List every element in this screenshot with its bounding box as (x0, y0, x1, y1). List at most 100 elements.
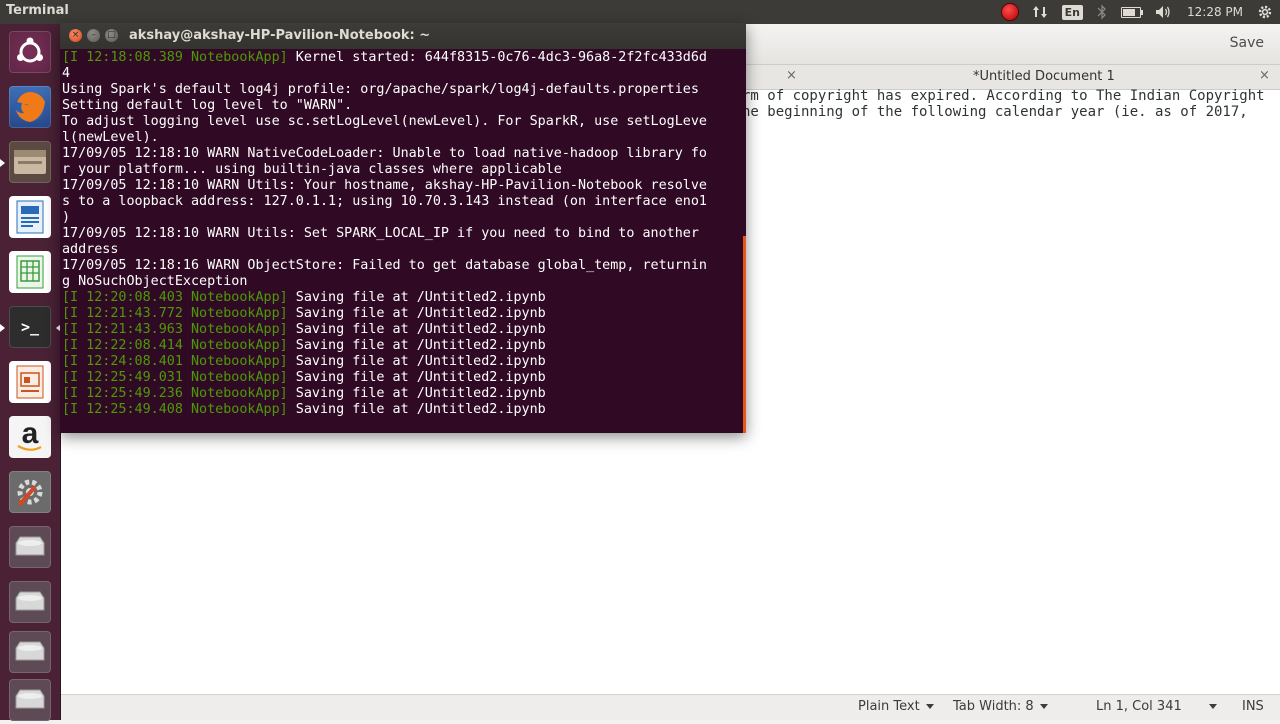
editor-line: rm of copyright has expired. According t… (742, 88, 1265, 104)
log-prefix: [I 12:24:08.401 NotebookApp] (62, 354, 288, 369)
terminal-output[interactable]: [I 12:18:08.389 NotebookApp] Kernel star… (62, 50, 742, 418)
chevron-down-icon (925, 704, 934, 709)
bluetooth-icon[interactable] (1097, 4, 1107, 20)
log-text: Saving file at /Untitled2.ipynb (287, 386, 546, 401)
minimize-icon[interactable]: – (87, 29, 100, 42)
log-text: Saving file at /Untitled2.ipynb (287, 370, 546, 385)
log-text: 17/09/05 12:18:10 WARN NativeCodeLoader:… (62, 146, 707, 161)
log-text: 17/09/05 12:18:10 WARN Utils: Your hostn… (62, 178, 707, 193)
log-text: 4 (62, 66, 71, 81)
log-prefix: [I 12:18:08.389 NotebookApp] (62, 50, 288, 65)
drive-icon[interactable] (6, 523, 54, 571)
terminal-line: s to a loopback address: 127.0.1.1; usin… (62, 194, 742, 210)
terminal-scrollbar[interactable] (743, 236, 746, 433)
save-button[interactable]: Save (1224, 32, 1270, 54)
firefox-icon[interactable] (6, 83, 54, 131)
terminal-line: 17/09/05 12:18:10 WARN Utils: Set SPARK_… (62, 226, 742, 242)
drive-icon[interactable] (6, 628, 54, 676)
battery-icon[interactable] (1121, 6, 1143, 18)
system-tray: En 12:28 PM (995, 0, 1280, 24)
terminal-line: ) (62, 210, 742, 226)
terminal-line: [I 12:24:08.401 NotebookApp] Saving file… (62, 354, 742, 370)
editor-status-bar: Plain Text Tab Width: 8 Ln 1, Col 341 IN… (61, 694, 1280, 720)
chevron-down-icon (1209, 704, 1217, 709)
log-prefix: [I 12:21:43.963 NotebookApp] (62, 322, 288, 337)
libreoffice-writer-icon[interactable] (6, 193, 54, 241)
terminal-line: r your platform... using builtin-java cl… (62, 162, 742, 178)
top-panel: Terminal En 12:28 PM (0, 0, 1280, 24)
network-arrows-icon[interactable] (1032, 4, 1048, 20)
terminal-line: [I 12:25:49.236 NotebookApp] Saving file… (62, 386, 742, 402)
keyboard-language-indicator[interactable]: En (1061, 4, 1083, 20)
terminal-line: address (62, 242, 742, 258)
terminal-line: g NoSuchObjectException (62, 274, 742, 290)
system-settings-icon[interactable] (6, 468, 54, 516)
terminal-line: 17/09/05 12:18:16 WARN ObjectStore: Fail… (62, 258, 742, 274)
log-text: s to a loopback address: 127.0.1.1; usin… (62, 194, 707, 209)
libreoffice-calc-icon[interactable] (6, 248, 54, 296)
language-selector[interactable]: Plain Text (858, 699, 934, 714)
log-text: 17/09/05 12:18:10 WARN Utils: Set SPARK_… (62, 226, 699, 241)
log-text: Saving file at /Untitled2.ipynb (287, 306, 546, 321)
insert-mode-indicator: INS (1242, 699, 1264, 714)
terminal-line: 17/09/05 12:18:10 WARN NativeCodeLoader:… (62, 146, 742, 162)
log-prefix: [I 12:20:08.403 NotebookApp] (62, 290, 288, 305)
log-text: Saving file at /Untitled2.ipynb (287, 402, 546, 417)
log-text: Saving file at /Untitled2.ipynb (287, 354, 546, 369)
libreoffice-impress-icon[interactable] (6, 358, 54, 406)
app-title: Terminal (6, 3, 69, 18)
log-text: 17/09/05 12:18:16 WARN ObjectStore: Fail… (62, 258, 707, 273)
terminal-line: [I 12:20:08.403 NotebookApp] Saving file… (62, 290, 742, 306)
terminal-icon[interactable]: >_ (0, 303, 61, 351)
log-text: To adjust logging level use sc.setLogLev… (62, 114, 707, 129)
ubuntu-dash-icon[interactable] (6, 28, 54, 76)
terminal-title-bar[interactable]: × – □ akshay@akshay-HP-Pavilion-Notebook… (60, 23, 746, 49)
log-text: ) (62, 210, 71, 225)
editor-line: he beginning of the following calendar y… (742, 104, 1265, 120)
log-prefix: [I 12:25:49.408 NotebookApp] (62, 402, 288, 417)
terminal-window: × – □ akshay@akshay-HP-Pavilion-Notebook… (60, 23, 746, 433)
files-icon[interactable] (0, 138, 54, 186)
gear-icon[interactable] (1257, 4, 1273, 20)
clock[interactable]: 12:28 PM (1187, 5, 1243, 19)
chevron-down-icon (1039, 704, 1048, 709)
cursor-position-selector[interactable]: Ln 1, Col 341 (1096, 699, 1182, 714)
log-text: g NoSuchObjectException (62, 274, 248, 289)
volume-icon[interactable] (1155, 4, 1173, 20)
terminal-line: [I 12:21:43.963 NotebookApp] Saving file… (62, 322, 742, 338)
close-tab-icon[interactable]: × (1259, 68, 1270, 83)
launcher: >_ a (0, 24, 61, 721)
log-prefix: [I 12:22:08.414 NotebookApp] (62, 338, 288, 353)
maximize-icon[interactable]: □ (105, 29, 118, 42)
terminal-line: Using Spark's default log4j profile: org… (62, 82, 742, 98)
tab-width-selector[interactable]: Tab Width: 8 (953, 699, 1048, 714)
drive-icon[interactable] (6, 578, 54, 626)
editor-text-area[interactable]: rm of copyright has expired. According t… (742, 88, 1265, 120)
terminal-line: [I 12:21:43.772 NotebookApp] Saving file… (62, 306, 742, 322)
tab-document-title[interactable]: *Untitled Document 1 (973, 69, 1115, 84)
log-text: Saving file at /Untitled2.ipynb (287, 338, 546, 353)
log-text: Saving file at /Untitled2.ipynb (287, 322, 546, 337)
record-indicator-icon[interactable] (1001, 4, 1018, 20)
terminal-line: [I 12:18:08.389 NotebookApp] Kernel star… (62, 50, 742, 66)
log-prefix: [I 12:21:43.772 NotebookApp] (62, 306, 288, 321)
log-text: address (62, 242, 119, 257)
terminal-title: akshay@akshay-HP-Pavilion-Notebook: ~ (129, 28, 431, 43)
terminal-line: [I 12:25:49.031 NotebookApp] Saving file… (62, 370, 742, 386)
cursor-position-dropdown[interactable] (1203, 699, 1217, 714)
terminal-line: Setting default log level to "WARN". (62, 98, 742, 114)
terminal-line: [I 12:22:08.414 NotebookApp] Saving file… (62, 338, 742, 354)
log-text: Kernel started: 644f8315-0c76-4dc3-96a8-… (287, 50, 707, 65)
terminal-line: 17/09/05 12:18:10 WARN Utils: Your hostn… (62, 178, 742, 194)
close-tab-icon[interactable]: × (786, 68, 797, 83)
drive-icon[interactable] (6, 676, 54, 724)
terminal-line: 4 (62, 66, 742, 82)
log-text: Using Spark's default log4j profile: org… (62, 82, 699, 97)
log-text: r your platform... using builtin-java cl… (62, 162, 562, 177)
log-text: Setting default log level to "WARN". (62, 98, 353, 113)
amazon-icon[interactable]: a (6, 413, 54, 461)
close-icon[interactable]: × (69, 29, 82, 42)
terminal-line: l(newLevel). (62, 130, 742, 146)
log-prefix: [I 12:25:49.236 NotebookApp] (62, 386, 288, 401)
log-text: l(newLevel). (62, 130, 159, 145)
